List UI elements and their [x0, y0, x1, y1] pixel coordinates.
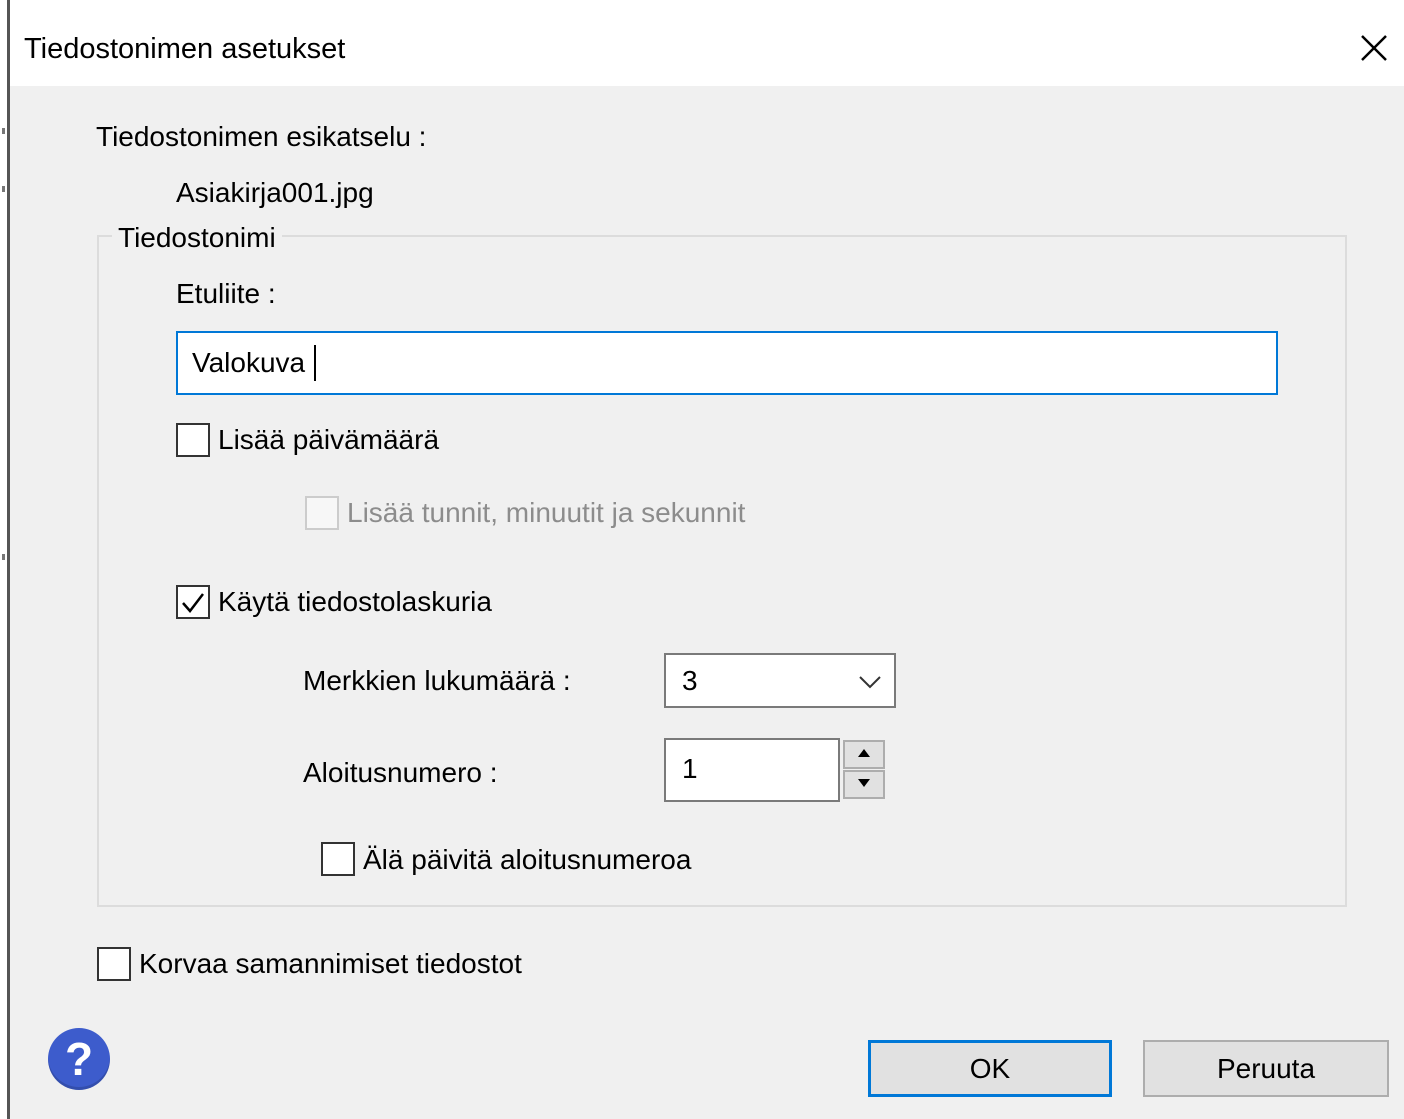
add-date-checkbox[interactable]	[176, 423, 210, 457]
spin-up-icon	[858, 749, 870, 757]
start-number-value: 1	[682, 753, 698, 784]
preview-label: Tiedostonimen esikatselu :	[96, 121, 427, 152]
filename-group-legend: Tiedostonimi	[112, 221, 282, 255]
add-time-label: Lisää tunnit, minuutit ja sekunnit	[347, 497, 746, 528]
spin-up-button[interactable]	[843, 740, 885, 769]
add-date-label[interactable]: Lisää päivämäärä	[218, 423, 439, 457]
overwrite-label[interactable]: Korvaa samannimiset tiedostot	[139, 947, 522, 981]
spin-down-button[interactable]	[843, 770, 885, 799]
prefix-input[interactable]	[178, 333, 1276, 393]
start-number-input[interactable]: 1	[664, 738, 840, 802]
edge-mark	[2, 128, 5, 134]
overwrite-checkbox[interactable]	[97, 947, 131, 981]
dont-update-label[interactable]: Älä päivitä aloitusnumeroa	[363, 843, 691, 877]
file-name-settings-dialog: Tiedostonimen asetukset Tiedostonimen es…	[0, 0, 1404, 1119]
edge-mark	[2, 186, 5, 192]
use-counter-checkbox[interactable]	[176, 585, 210, 619]
title-bar: Tiedostonimen asetukset	[10, 0, 1404, 86]
cancel-button[interactable]: Peruuta	[1143, 1040, 1389, 1097]
digits-value: 3	[682, 665, 698, 696]
checkmark-icon	[182, 593, 204, 613]
prefix-label: Etuliite :	[176, 278, 276, 309]
add-time-checkbox[interactable]	[305, 496, 339, 530]
chevron-down-icon	[859, 676, 881, 689]
preview-value: Asiakirja001.jpg	[176, 177, 374, 208]
start-number-label: Aloitusnumero :	[303, 757, 498, 788]
help-icon[interactable]: ?	[48, 1028, 110, 1090]
text-caret	[314, 345, 316, 381]
ok-button[interactable]: OK	[868, 1040, 1112, 1097]
window-left-edge	[0, 0, 10, 1119]
edge-mark	[2, 554, 5, 560]
close-icon	[1361, 35, 1387, 61]
dont-update-checkbox[interactable]	[321, 842, 355, 876]
digits-label: Merkkien lukumäärä :	[303, 665, 571, 696]
prefix-input-container[interactable]	[176, 331, 1278, 395]
close-button[interactable]	[1344, 16, 1404, 80]
spin-down-icon	[858, 779, 870, 787]
dialog-title: Tiedostonimen asetukset	[24, 33, 346, 65]
window-border	[7, 0, 10, 1119]
use-counter-label[interactable]: Käytä tiedostolaskuria	[218, 585, 492, 619]
digits-dropdown[interactable]: 3	[664, 653, 896, 708]
